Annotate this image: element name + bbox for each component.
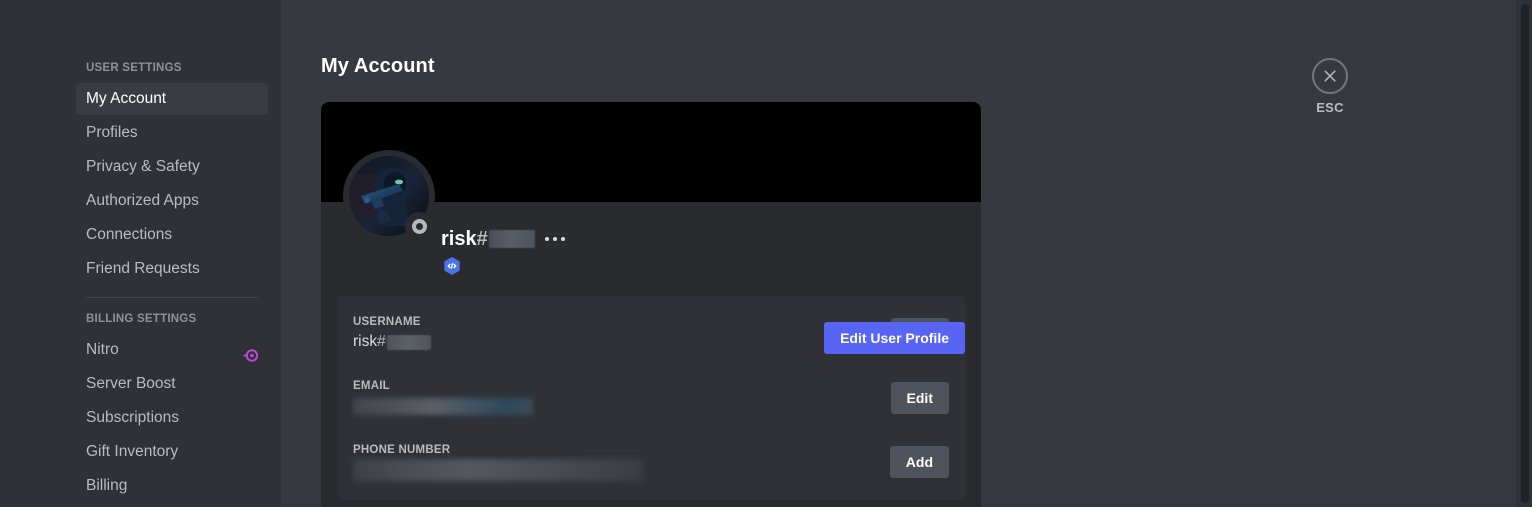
sidebar-item-label: Connections bbox=[86, 226, 173, 243]
sidebar-item-friend-requests[interactable]: Friend Requests bbox=[76, 253, 268, 285]
sidebar-item-label: My Account bbox=[86, 90, 167, 107]
status-indicator-offline bbox=[405, 212, 433, 240]
field-value-email-redacted bbox=[353, 397, 533, 415]
settings-window: USER SETTINGS My Account Profiles Privac… bbox=[0, 0, 1532, 507]
profile-card: risk # Edit User Profile USERNAME risk #… bbox=[321, 102, 981, 507]
sidebar-item-profiles[interactable]: Profiles bbox=[76, 117, 268, 149]
sidebar-item-server-boost[interactable]: Server Boost bbox=[76, 368, 268, 400]
sidebar-section-header-billing-settings: BILLING SETTINGS bbox=[86, 313, 197, 325]
profile-header: risk # Edit User Profile bbox=[321, 150, 981, 354]
field-label-email: EMAIL bbox=[353, 380, 390, 392]
sidebar-item-privacy-safety[interactable]: Privacy & Safety bbox=[76, 151, 268, 183]
avatar[interactable] bbox=[343, 150, 435, 242]
sidebar-item-my-account[interactable]: My Account bbox=[76, 83, 268, 115]
close-icon bbox=[1312, 58, 1348, 94]
settings-content: My Account risk # Edit User Profile USER… bbox=[281, 0, 1532, 507]
sidebar-item-authorized-apps[interactable]: Authorized Apps bbox=[76, 185, 268, 217]
edit-user-profile-button[interactable]: Edit User Profile bbox=[824, 322, 965, 354]
sidebar-item-label: Server Boost bbox=[86, 375, 176, 392]
page-scrollbar[interactable] bbox=[1516, 0, 1532, 507]
sidebar-item-label: Nitro bbox=[86, 341, 119, 358]
sidebar-item-billing[interactable]: Billing bbox=[76, 470, 268, 502]
sidebar-item-label: Subscriptions bbox=[86, 409, 180, 426]
sidebar-item-label: Friend Requests bbox=[86, 260, 200, 277]
profile-badges bbox=[441, 255, 965, 277]
sidebar-item-label: Billing bbox=[86, 477, 128, 494]
edit-email-button[interactable]: Edit bbox=[890, 382, 949, 414]
field-value-email bbox=[353, 396, 891, 416]
profile-username-text: risk bbox=[441, 228, 477, 250]
settings-sidebar: USER SETTINGS My Account Profiles Privac… bbox=[0, 0, 281, 507]
field-value-username-text: risk bbox=[353, 333, 378, 350]
profile-username: risk # bbox=[441, 227, 535, 251]
sidebar-divider bbox=[86, 297, 258, 298]
field-value-phone-number bbox=[353, 459, 890, 481]
sidebar-item-label: Profiles bbox=[86, 124, 138, 141]
close-settings-button[interactable]: ESC bbox=[1300, 58, 1360, 115]
active-developer-badge-icon[interactable] bbox=[441, 255, 463, 277]
sidebar-item-label: Gift Inventory bbox=[86, 443, 179, 460]
sidebar-item-subscriptions[interactable]: Subscriptions bbox=[76, 402, 268, 434]
close-settings-label: ESC bbox=[1316, 100, 1344, 115]
sidebar-item-nitro[interactable]: Nitro bbox=[76, 334, 268, 366]
sidebar-section-header-user-settings: USER SETTINGS bbox=[86, 62, 182, 74]
nitro-icon bbox=[243, 343, 259, 362]
field-value-phone-redacted bbox=[353, 459, 643, 481]
profile-name-row: risk # bbox=[441, 202, 965, 251]
add-phone-button[interactable]: Add bbox=[889, 446, 949, 478]
sidebar-item-label: Authorized Apps bbox=[86, 192, 199, 209]
field-value-username-hash: # bbox=[377, 333, 386, 350]
field-label-phone-number: PHONE NUMBER bbox=[353, 444, 451, 456]
sidebar-item-connections[interactable]: Connections bbox=[76, 219, 268, 251]
field-value-username: risk # bbox=[353, 332, 891, 352]
field-value-username-redacted bbox=[386, 334, 431, 350]
sidebar-item-gift-inventory[interactable]: Gift Inventory bbox=[76, 436, 268, 468]
field-row-email: EMAIL Edit bbox=[353, 376, 949, 420]
field-row-phone-number: PHONE NUMBER Add bbox=[353, 440, 949, 484]
profile-more-options-icon[interactable] bbox=[544, 229, 565, 249]
sidebar-item-label: Privacy & Safety bbox=[86, 158, 200, 175]
page-scrollbar-thumb[interactable] bbox=[1521, 4, 1529, 503]
field-label-username: USERNAME bbox=[353, 316, 421, 328]
profile-username-hash: # bbox=[476, 228, 488, 250]
profile-discriminator-redacted bbox=[488, 230, 535, 248]
